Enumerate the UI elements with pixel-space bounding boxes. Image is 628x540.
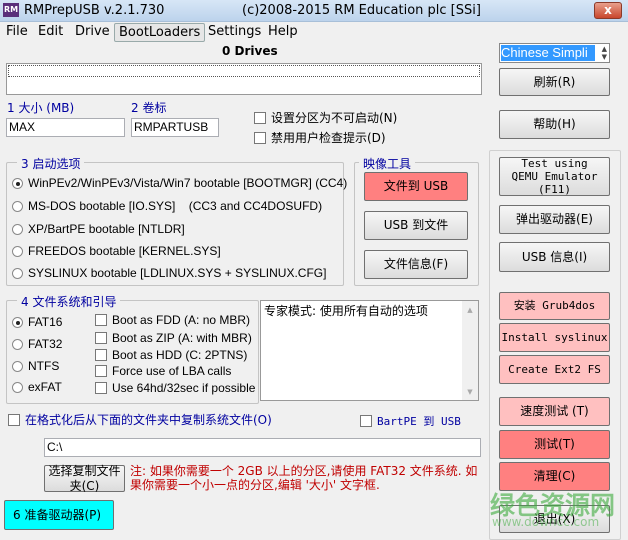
size-input[interactable]: MAX xyxy=(6,118,125,137)
help-button[interactable]: 帮助(H) xyxy=(499,110,610,139)
menu-help[interactable]: Help xyxy=(264,23,302,40)
menu-bootloaders[interactable]: BootLoaders xyxy=(114,23,206,42)
expert-text: 专家模式: 使用所有自动的选项 xyxy=(264,304,428,318)
install-syslinux-button[interactable]: Install syslinux xyxy=(499,323,610,352)
fs-fat16-radio[interactable]: FAT16 xyxy=(12,315,62,329)
exit-button[interactable]: 退出(X) xyxy=(499,505,610,533)
no-prompt-checkbox[interactable]: 禁用用户检查提示(D) xyxy=(254,129,386,146)
language-selected: Chinese Simpli xyxy=(501,45,595,61)
fs-exfat-radio[interactable]: exFAT xyxy=(12,380,62,394)
image-tools-title: 映像工具 xyxy=(359,155,416,172)
copyright-text: (c)2008-2015 RM Education plc [SSi] xyxy=(242,3,481,18)
create-ext2-button[interactable]: Create Ext2 FS xyxy=(499,355,610,384)
boot-option-syslinux[interactable]: SYSLINUX bootable [LDLINUX.SYS + SYSLINU… xyxy=(12,266,326,280)
window-title: RMPrepUSB v.2.1.730 xyxy=(24,3,165,18)
non-bootable-label: 设置分区为不可启动(N) xyxy=(271,111,398,125)
no-prompt-label: 禁用用户检查提示(D) xyxy=(271,131,386,145)
choose-folder-button[interactable]: 选择复制文件夹(C) xyxy=(44,464,125,493)
boot-fdd-checkbox[interactable]: Boot as FDD (A: no MBR) xyxy=(95,313,250,327)
eject-button[interactable]: 弹出驱动器(E) xyxy=(499,205,610,234)
drives-count: 0 Drives xyxy=(222,44,278,58)
language-select[interactable]: Chinese Simpli ▲ ▼ xyxy=(499,43,610,63)
close-icon[interactable]: x xyxy=(594,2,622,19)
non-bootable-checkbox[interactable]: 设置分区为不可启动(N) xyxy=(254,109,397,126)
fs-fat32-radio[interactable]: FAT32 xyxy=(12,337,62,351)
boot-option-freedos[interactable]: FREEDOS bootable [KERNEL.SYS] xyxy=(12,244,221,258)
use-64hd-checkbox[interactable]: Use 64hd/32sec if possible xyxy=(95,381,255,395)
volume-label: 2 卷标 xyxy=(131,101,167,115)
clean-button[interactable]: 清理(C) xyxy=(499,462,610,491)
boot-option-msdos[interactable]: MS-DOS bootable [IO.SYS] (CC3 and CC4DOS… xyxy=(12,199,322,213)
fs-ntfs-radio[interactable]: NTFS xyxy=(12,359,59,373)
file-info-button[interactable]: 文件信息(F) xyxy=(364,250,468,279)
speed-test-button[interactable]: 速度测试 (T) xyxy=(499,397,610,426)
filesystem-title: 4 文件系统和引导 xyxy=(17,293,121,310)
menu-file[interactable]: File xyxy=(2,23,32,40)
volume-input[interactable]: RMPARTUSB xyxy=(131,118,219,137)
test-button[interactable]: 测试(T) xyxy=(499,430,610,459)
file-to-usb-button[interactable]: 文件到 USB xyxy=(364,172,468,201)
boot-options-title: 3 启动选项 xyxy=(17,155,85,172)
scrollbar[interactable]: ▲ ▼ xyxy=(462,301,478,400)
boot-hdd-checkbox[interactable]: Boot as HDD (C: 2PTNS) xyxy=(95,348,247,362)
copy-files-checkbox[interactable]: 在格式化后从下面的文件夹中复制系统文件(O) xyxy=(8,411,272,428)
install-grub4dos-button[interactable]: 安装 Grub4dos xyxy=(499,292,610,320)
size-label: 1 大小 (MB) xyxy=(7,101,75,115)
drive-list[interactable] xyxy=(6,63,482,95)
copy-path-input[interactable]: C:\ xyxy=(44,438,481,457)
prepare-drive-button[interactable]: 6 准备驱动器(P) xyxy=(4,500,114,530)
usb-to-file-button[interactable]: USB 到文件 xyxy=(364,211,468,240)
refresh-button[interactable]: 刷新(R) xyxy=(499,68,610,96)
boot-option-xp[interactable]: XP/BartPE bootable [NTLDR] xyxy=(12,222,185,236)
title-bar: RM RMPrepUSB v.2.1.730 (c)2008-2015 RM E… xyxy=(0,0,628,22)
spin-arrows-icon[interactable]: ▲ ▼ xyxy=(602,45,607,61)
menu-edit[interactable]: Edit xyxy=(34,23,67,40)
boot-zip-checkbox[interactable]: Boot as ZIP (A: with MBR) xyxy=(95,331,252,345)
qemu-test-button[interactable]: Test using QEMU Emulator (F11) xyxy=(499,157,610,196)
menu-settings[interactable]: Settings xyxy=(204,23,265,40)
expert-textarea[interactable]: 专家模式: 使用所有自动的选项 ▲ ▼ xyxy=(260,300,479,401)
boot-option-winpe[interactable]: WinPEv2/WinPEv3/Vista/Win7 bootable [BOO… xyxy=(12,176,347,190)
app-logo-icon: RM xyxy=(3,3,19,17)
note-text: 注: 如果你需要一个 2GB 以上的分区,请使用 FAT32 文件系统. 如果你… xyxy=(130,464,478,492)
menu-drive[interactable]: Drive xyxy=(71,23,114,40)
menu-bar: File Edit Drive BootLoaders Settings Hel… xyxy=(0,22,628,42)
force-lba-checkbox[interactable]: Force use of LBA calls xyxy=(95,364,231,378)
bartpe-checkbox[interactable]: BartPE 到 USB xyxy=(360,413,461,429)
usb-info-button[interactable]: USB 信息(I) xyxy=(499,242,610,272)
